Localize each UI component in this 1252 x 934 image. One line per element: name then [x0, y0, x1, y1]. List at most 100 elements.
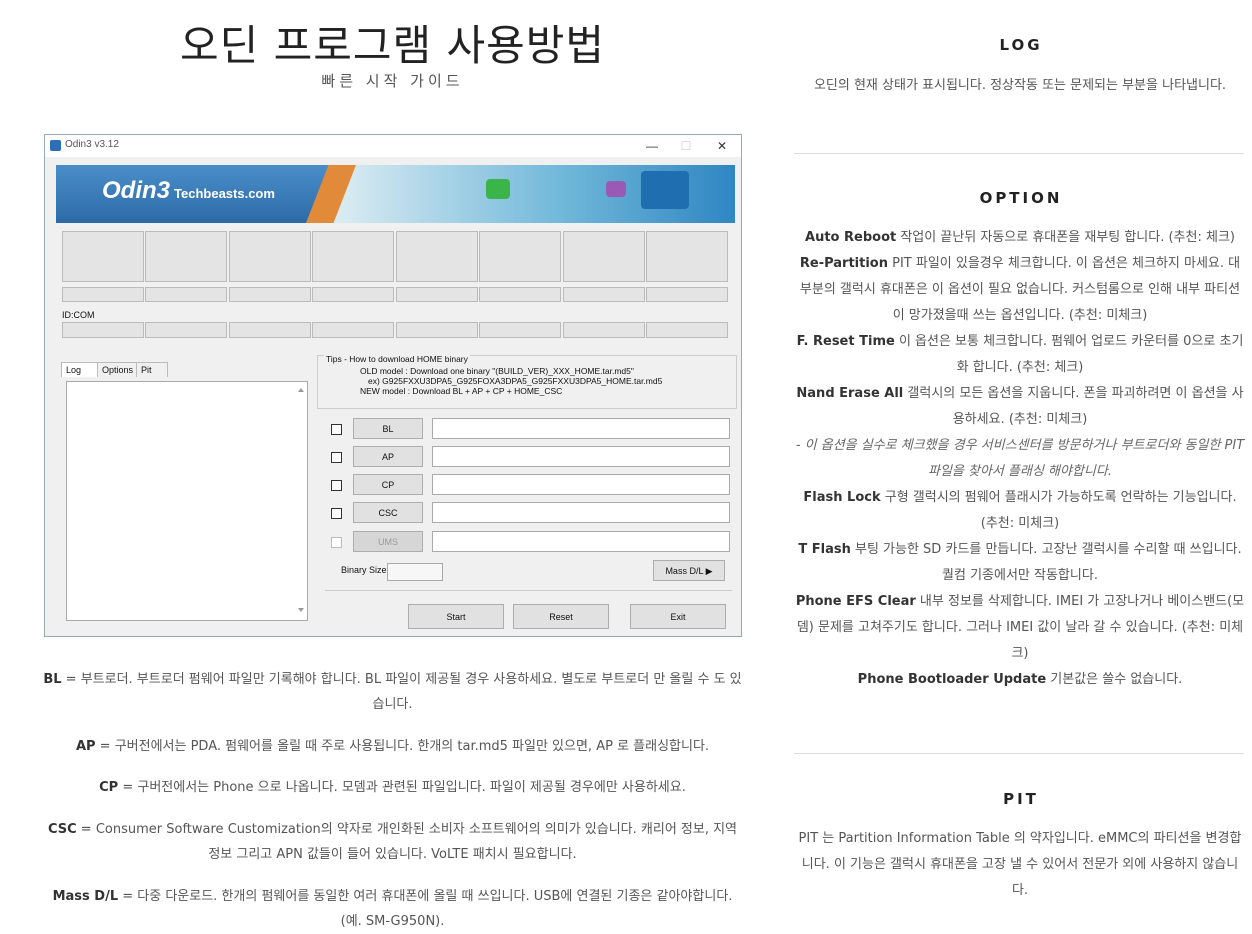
desc-ap-term: AP	[75, 739, 96, 754]
exit-button[interactable]: Exit	[630, 604, 726, 629]
download-purple-icon	[606, 181, 626, 197]
option-repartition: Re-Partition PIT 파일이 있을경우 체크합니다. 이 옵션은 체…	[794, 251, 1246, 329]
ums-checkbox[interactable]	[331, 537, 342, 548]
ums-button[interactable]: UMS	[353, 531, 423, 552]
port-progress	[62, 287, 144, 302]
window-titlebar: Odin3 v3.12 — ☐ ✕	[45, 135, 741, 157]
desc-mass: Mass D/L = 다중 다운로드. 한개의 펌웨어를 동일한 여러 휴대폰에…	[40, 884, 745, 934]
tips-line-example: ex) G925FXXU3DPA5_G925FOXA3DPA5_G925FXXU…	[368, 376, 663, 386]
reset-button[interactable]: Reset	[513, 604, 609, 629]
page-subtitle: 빠른 시작 가이드	[321, 72, 464, 90]
com-slot	[145, 322, 227, 338]
minimize-button[interactable]: —	[641, 137, 663, 155]
log-text: 오딘의 현재 상태가 표시됩니다. 정상작동 또는 문제되는 부분을 나타냅니다…	[813, 78, 1227, 93]
option-auto-reboot: Auto Reboot 작업이 끝난뒤 자동으로 휴대폰을 재부팅 합니다. (…	[794, 225, 1246, 251]
tips-box: Tips - How to download HOME binary OLD m…	[317, 354, 737, 409]
binary-size-label: Binary Size	[341, 565, 387, 575]
com-slot	[646, 322, 728, 338]
option-nand-note: - 이 옵션을 실수로 체크했을 경우 서비스센터를 방문하거나 부트로더와 동…	[795, 438, 1245, 479]
desc-cp-term: CP	[99, 780, 119, 795]
option-tflash-text: 부팅 가능한 SD 카드를 만듭니다. 고장난 갤럭시를 수리할 때 쓰입니다.…	[850, 542, 1242, 583]
bl-path-field[interactable]	[432, 418, 730, 439]
com-slot	[479, 322, 561, 338]
log-heading: LOG	[999, 36, 1043, 54]
cp-checkbox[interactable]	[331, 480, 342, 491]
desc-cp: CP = 구버전에서는 Phone 으로 나옵니다. 모뎀과 관련된 파일입니다…	[40, 775, 745, 800]
ap-path-field[interactable]	[432, 446, 730, 467]
port-progress	[646, 287, 728, 302]
odin-banner: Odin3 Techbeasts.com	[56, 165, 735, 223]
start-button[interactable]: Start	[408, 604, 504, 629]
option-efs-term: Phone EFS Clear	[795, 594, 916, 609]
port-slot	[229, 231, 311, 282]
desc-ap-text: = 구버전에서는 PDA. 펌웨어를 올릴 때 주로 사용됩니다. 한개의 ta…	[95, 739, 710, 754]
window-title: Odin3 v3.12	[65, 139, 119, 150]
csc-checkbox[interactable]	[331, 508, 342, 519]
ums-path-field[interactable]	[432, 531, 730, 552]
bl-checkbox[interactable]	[331, 424, 342, 435]
log-scrollbar[interactable]	[297, 386, 305, 614]
option-heading: OPTION	[979, 189, 1063, 207]
desc-csc-term: CSC	[47, 822, 77, 837]
csc-path-field[interactable]	[432, 502, 730, 523]
divider	[794, 753, 1244, 754]
desc-cp-text: = 구버전에서는 Phone 으로 나옵니다. 모뎀과 관련된 파일입니다. 파…	[118, 780, 686, 795]
port-slot	[479, 231, 561, 282]
banner-logo-site: Techbeasts.com	[174, 186, 275, 201]
close-button[interactable]: ✕	[711, 137, 733, 155]
option-bootloader-text: 기본값은 쓸수 없습니다.	[1046, 672, 1183, 687]
option-list: Auto Reboot 작업이 끝난뒤 자동으로 휴대폰을 재부팅 합니다. (…	[794, 225, 1246, 693]
page-title: 오딘 프로그램 사용방법	[179, 21, 606, 70]
option-freset-text: 이 옵션은 보통 체크합니다. 펌웨어 업로드 카운터를 0으로 초기화 합니다…	[894, 334, 1244, 375]
port-progress	[396, 287, 478, 302]
csc-button[interactable]: CSC	[353, 502, 423, 523]
action-separator	[325, 590, 732, 591]
desc-ap: AP = 구버전에서는 PDA. 펌웨어를 올릴 때 주로 사용됩니다. 한개의…	[40, 734, 745, 759]
port-progress	[479, 287, 561, 302]
option-flash-lock-term: Flash Lock	[803, 490, 881, 505]
cp-path-field[interactable]	[432, 474, 730, 495]
pit-heading: PIT	[1003, 790, 1039, 808]
option-auto-reboot-term: Auto Reboot	[805, 230, 897, 245]
desc-bl: BL = 부트로더. 부트로더 펌웨어 파일만 기록해야 합니다. BL 파일이…	[40, 667, 745, 717]
ap-button[interactable]: AP	[353, 446, 423, 467]
tips-line-new: NEW model : Download BL + AP + CP + HOME…	[360, 386, 563, 396]
ap-checkbox[interactable]	[331, 452, 342, 463]
option-tflash: T Flash 부팅 가능한 SD 카드를 만듭니다. 고장난 갤럭시를 수리할…	[794, 537, 1246, 589]
port-slot	[62, 231, 144, 282]
mass-dl-button[interactable]: Mass D/L ▶	[653, 560, 725, 581]
option-freset: F. Reset Time 이 옵션은 보통 체크합니다. 펌웨어 업로드 카운…	[794, 329, 1246, 381]
option-flash-lock: Flash Lock 구형 갤럭시의 펌웨어 플래시가 가능하도록 언락하는 기…	[794, 485, 1246, 537]
port-slot	[396, 231, 478, 282]
port-progress	[145, 287, 227, 302]
divider	[794, 153, 1244, 154]
binary-size-field	[387, 563, 443, 581]
com-slot	[396, 322, 478, 338]
port-slot	[145, 231, 227, 282]
port-slot	[312, 231, 394, 282]
com-slot	[62, 322, 144, 338]
option-nand-term: Nand Erase All	[796, 386, 904, 401]
desc-csc: CSC = Consumer Software Customization의 약…	[40, 817, 745, 867]
com-slot	[563, 322, 645, 338]
download-blue-icon	[641, 171, 689, 209]
tab-pit[interactable]: Pit	[136, 362, 168, 377]
cp-button[interactable]: CP	[353, 474, 423, 495]
option-repartition-term: Re-Partition	[799, 256, 888, 271]
option-bootloader-term: Phone Bootloader Update	[857, 672, 1047, 687]
port-slot	[646, 231, 728, 282]
desc-csc-text: = Consumer Software Customization의 약자로 개…	[76, 822, 738, 862]
tips-title: Tips - How to download HOME binary	[324, 354, 470, 364]
maximize-button[interactable]: ☐	[675, 137, 697, 155]
log-textarea[interactable]	[66, 381, 308, 621]
desc-mass-term: Mass D/L	[52, 889, 119, 904]
right-column: LOG 오딘의 현재 상태가 표시됩니다. 정상작동 또는 문제되는 부분을 나…	[790, 0, 1252, 934]
download-green-icon	[486, 179, 510, 199]
com-slot	[312, 322, 394, 338]
banner-logo-text: Odin3	[102, 177, 171, 204]
id-com-label: ID:COM	[62, 310, 95, 320]
desc-bl-term: BL	[43, 672, 62, 687]
tab-log[interactable]: Log	[61, 362, 99, 377]
port-progress	[563, 287, 645, 302]
bl-button[interactable]: BL	[353, 418, 423, 439]
